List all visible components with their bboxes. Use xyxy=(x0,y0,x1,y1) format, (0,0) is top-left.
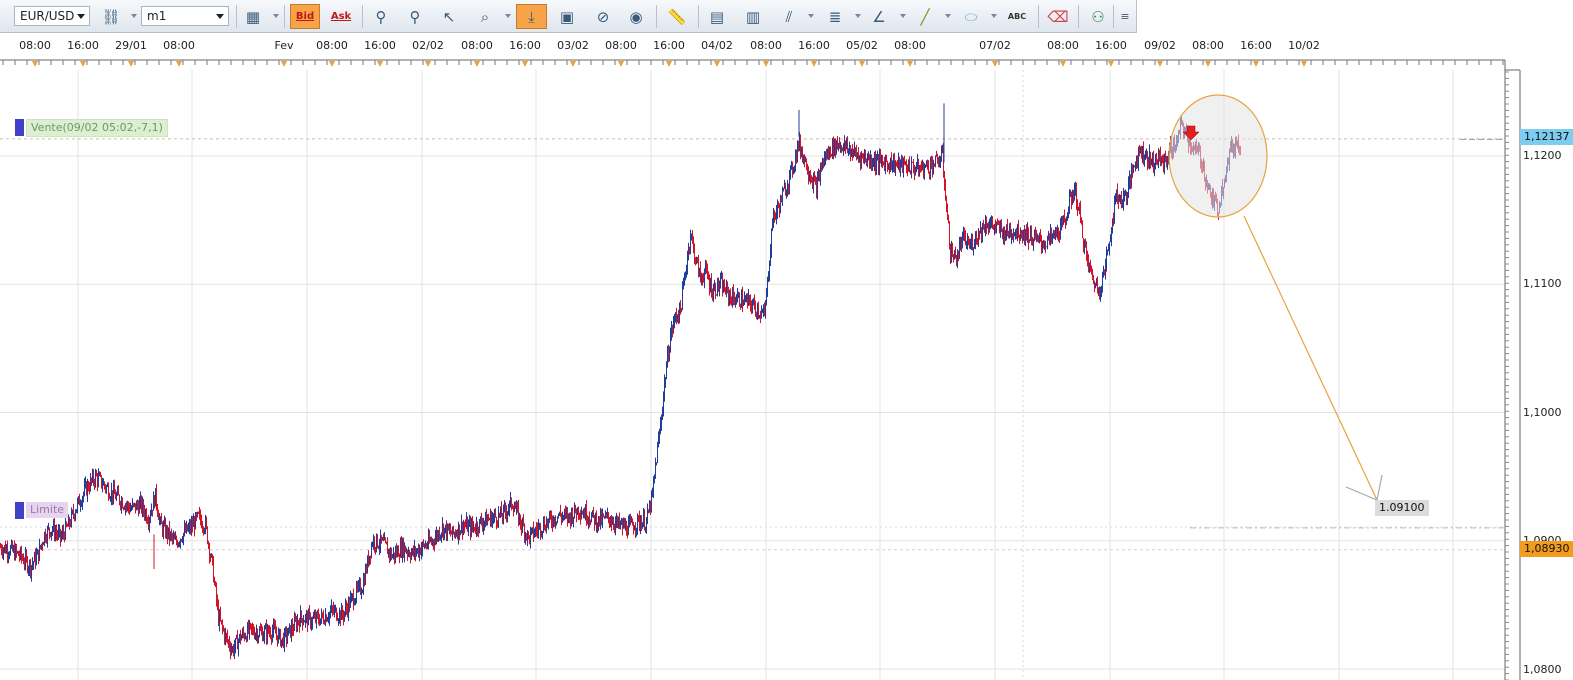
chevron-down-icon xyxy=(77,14,85,19)
forecast-arrow-line xyxy=(1243,215,1378,501)
zoom-area-icon[interactable]: ⌕ xyxy=(472,4,498,29)
time-tick-label: 05/02 xyxy=(846,39,878,52)
price-tick-label: 1,1100 xyxy=(1523,277,1562,290)
symbol-value: EUR/USD xyxy=(20,9,75,23)
time-tick-label: 16:00 xyxy=(1095,39,1127,52)
time-tick-label: 16:00 xyxy=(1240,39,1272,52)
limit-price-tag: 1,08930 xyxy=(1520,541,1573,557)
cursor-icon[interactable]: ↖ xyxy=(436,4,462,29)
chevron-down-icon[interactable] xyxy=(855,14,861,18)
sell-order-label[interactable]: Vente(09/02 05:02,-7,1) xyxy=(26,119,168,137)
sell-order-marker[interactable] xyxy=(15,119,24,136)
fibonacci-icon[interactable]: ⫽ xyxy=(776,4,802,29)
toolbar-divider xyxy=(362,5,363,28)
time-tick-label: 08:00 xyxy=(19,39,51,52)
text-tool-label: ABC xyxy=(1007,12,1027,21)
chevron-down-icon[interactable] xyxy=(945,14,951,18)
eraser-icon[interactable]: ⌫ xyxy=(1045,4,1071,29)
text-icon[interactable]: ABC xyxy=(1004,4,1030,29)
forecast-arrow-head xyxy=(1345,474,1383,501)
limit-marker[interactable] xyxy=(15,502,24,519)
chart-window-icon[interactable]: ▥ xyxy=(740,4,766,29)
chart-toolbar: EUR/USD ⛓ m1 ▦ Bid Ask ⚲ ⚲ ↖ ⌕ ⤓ ▣ ⊘ ◉ 📏… xyxy=(0,0,1137,33)
time-tick-label: 08:00 xyxy=(316,39,348,52)
time-axis: 08:00 16:00 29/01 08:00 Fev 08:00 16:00 02/02 08… xyxy=(0,38,1520,68)
time-tick-label: 08:00 xyxy=(1192,39,1224,52)
highlight-ellipse xyxy=(1168,94,1268,218)
time-tick-label: 03/02 xyxy=(557,39,589,52)
zoom-out-icon[interactable]: ⚲ xyxy=(402,4,428,29)
bid-label: Bid xyxy=(295,11,315,22)
lines-icon[interactable]: ≣ xyxy=(822,4,848,29)
time-tick-label: 16:00 xyxy=(509,39,541,52)
price-chart[interactable] xyxy=(0,0,1573,680)
price-tick-label: 1,0800 xyxy=(1523,663,1562,676)
toolbar-divider xyxy=(236,5,237,28)
chart-type-icon[interactable]: ▦ xyxy=(240,4,266,29)
auto-scroll-icon[interactable]: ⤓ xyxy=(516,4,547,29)
trendline-icon[interactable]: ∠ xyxy=(866,4,892,29)
time-tick-label: 08:00 xyxy=(750,39,782,52)
ask-button[interactable]: Ask xyxy=(326,4,356,29)
time-tick-label: 16:00 xyxy=(653,39,685,52)
crosshair-icon[interactable]: ⊘ xyxy=(590,4,616,29)
chevron-down-icon[interactable] xyxy=(131,14,137,18)
current-price-tag: 1,12137 xyxy=(1520,129,1573,145)
chevron-down-icon[interactable] xyxy=(808,14,814,18)
time-tick-label: 04/02 xyxy=(701,39,733,52)
time-tick-label: 02/02 xyxy=(412,39,444,52)
price-tick-label: 1,1000 xyxy=(1523,406,1562,419)
time-tick-label: Fev xyxy=(274,39,294,52)
time-tick-label: 08:00 xyxy=(894,39,926,52)
time-tick-label: 08:00 xyxy=(605,39,637,52)
time-tick-label: 08:00 xyxy=(461,39,493,52)
time-tick-label: 16:00 xyxy=(67,39,99,52)
time-tick-label: 07/02 xyxy=(979,39,1011,52)
timeframe-selector[interactable]: m1 xyxy=(141,6,229,26)
hierarchy-icon[interactable]: ⚇ xyxy=(1085,4,1111,29)
time-tick-label: 29/01 xyxy=(115,39,147,52)
time-tick-label: 08:00 xyxy=(163,39,195,52)
globe-icon[interactable]: ◉ xyxy=(623,4,649,29)
target-price-label: 1.09100 xyxy=(1375,500,1429,516)
ask-label: Ask xyxy=(330,11,352,22)
toolbar-divider xyxy=(1038,5,1039,28)
ellipse-icon[interactable]: ⬭ xyxy=(958,4,984,29)
ruler-icon[interactable]: 📏 xyxy=(664,4,690,29)
chevron-down-icon[interactable] xyxy=(505,14,511,18)
time-tick-label: 08:00 xyxy=(1047,39,1079,52)
chevron-down-icon[interactable] xyxy=(273,14,279,18)
picture-icon[interactable]: ▤ xyxy=(704,4,730,29)
menu-icon[interactable]: ≡ xyxy=(1115,4,1135,29)
toolbar-divider xyxy=(698,5,699,28)
currency-link-icon[interactable]: ⛓ xyxy=(98,4,124,29)
chevron-down-icon[interactable] xyxy=(991,14,997,18)
line-tool-icon[interactable]: ╱ xyxy=(912,4,938,29)
limit-label[interactable]: Limite xyxy=(26,502,69,518)
symbol-selector[interactable]: EUR/USD xyxy=(14,6,90,26)
price-tick-label: 1,1200 xyxy=(1523,149,1562,162)
chevron-down-icon[interactable] xyxy=(900,14,906,18)
chevron-down-icon xyxy=(216,14,224,19)
toolbar-divider xyxy=(656,5,657,28)
bid-button[interactable]: Bid xyxy=(290,4,320,29)
time-tick-label: 16:00 xyxy=(798,39,830,52)
toolbar-divider xyxy=(1078,5,1079,28)
time-tick-label: 09/02 xyxy=(1144,39,1176,52)
toolbar-divider xyxy=(1113,5,1114,28)
time-tick-label: 10/02 xyxy=(1288,39,1320,52)
time-tick-label: 16:00 xyxy=(364,39,396,52)
zoom-in-icon[interactable]: ⚲ xyxy=(368,4,394,29)
template-icon[interactable]: ▣ xyxy=(554,4,580,29)
toolbar-divider xyxy=(284,5,285,28)
timeframe-value: m1 xyxy=(147,9,167,23)
